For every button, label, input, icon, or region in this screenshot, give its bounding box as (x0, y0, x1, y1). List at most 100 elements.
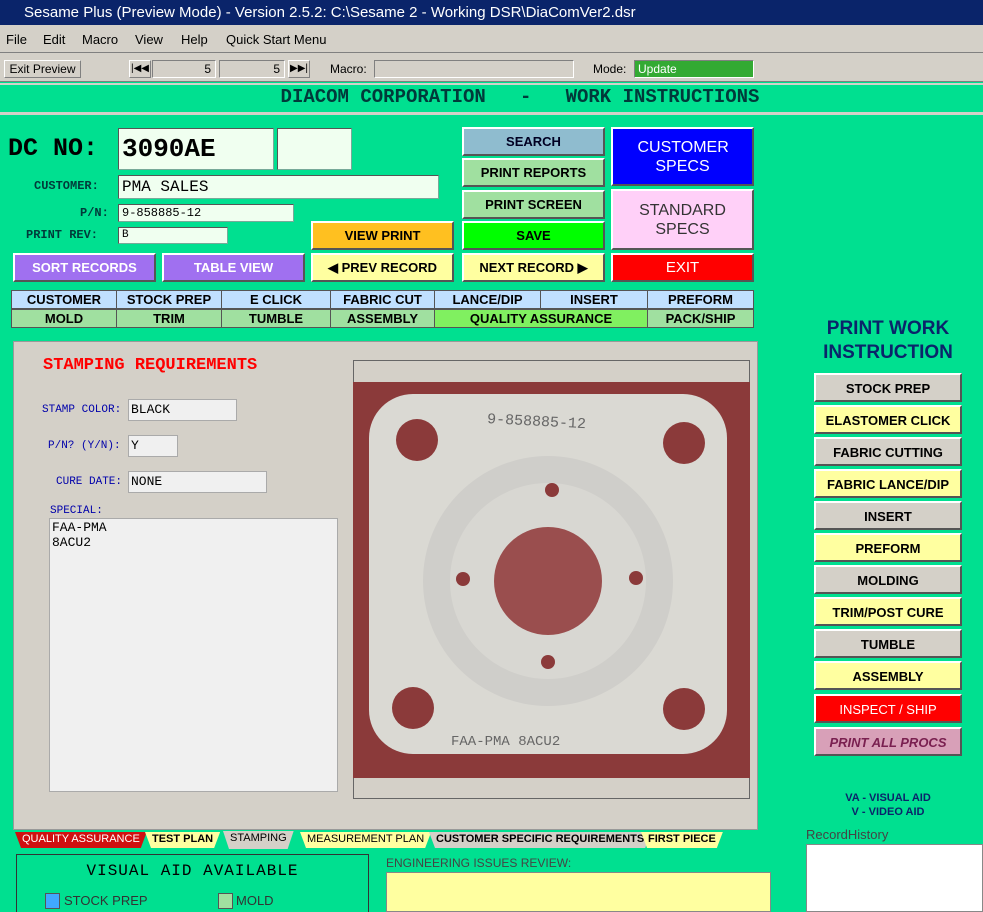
nav-customer[interactable]: CUSTOMER (11, 290, 117, 309)
engineering-field[interactable] (386, 872, 771, 912)
print-fabric-cutting-button[interactable]: FABRIC CUTTING (814, 437, 962, 466)
cure-date-field[interactable]: NONE (128, 471, 267, 493)
mold-indicator (218, 893, 233, 909)
dc-no-label: DC NO: (8, 134, 99, 163)
part-photo: 9-858885-12 FAA-PMA 8ACU2 (353, 382, 750, 778)
nav-preform[interactable]: PREFORM (647, 290, 754, 309)
prev-record-label: PREV RECORD (341, 260, 437, 275)
nav-stock-prep[interactable]: STOCK PREP (116, 290, 222, 309)
menu-quick-start[interactable]: Quick Start Menu (226, 32, 326, 47)
mode-label: Mode: (593, 62, 627, 76)
header-rule (0, 83, 983, 85)
legend-video-aid: V - VIDEO AID (851, 806, 925, 818)
tab-customer-specific-requirements[interactable]: CUSTOMER SPECIFIC REQUIREMENTS (429, 832, 651, 848)
print-trim-post-cure-button[interactable]: TRIM/POST CURE (814, 597, 962, 626)
standard-specs-button[interactable]: STANDARD SPECS (611, 189, 754, 250)
nav-quality-assurance[interactable]: QUALITY ASSURANCE (434, 309, 648, 328)
photo-bottom-stamp: FAA-PMA 8ACU2 (451, 734, 560, 750)
bolt-hole-top (545, 483, 559, 497)
tab-stamping[interactable]: STAMPING (223, 831, 294, 849)
mode-field: Update (634, 60, 754, 78)
bolt-hole-left (456, 572, 470, 586)
stamping-title: STAMPING REQUIREMENTS (43, 356, 258, 375)
dc-extra-field[interactable] (277, 128, 352, 170)
print-tumble-button[interactable]: TUMBLE (814, 629, 962, 658)
nav-assembly[interactable]: ASSEMBLY (330, 309, 435, 328)
corner-hole-tl (396, 419, 438, 461)
tab-test-plan[interactable]: TEST PLAN (145, 832, 220, 848)
menu-help[interactable]: Help (181, 32, 208, 47)
corner-hole-br (663, 688, 705, 730)
bolt-hole-right (629, 571, 643, 585)
print-inspect-ship-button[interactable]: INSPECT / SHIP (814, 694, 962, 723)
pn-label: P/N: (80, 206, 109, 220)
special-line-1: FAA-PMA (52, 520, 107, 535)
stamp-color-field[interactable]: BLACK (128, 399, 237, 421)
print-insert-button[interactable]: INSERT (814, 501, 962, 530)
last-record-icon[interactable]: ▶▶| (288, 60, 310, 78)
macro-field[interactable] (374, 60, 574, 78)
print-work-title-line1: PRINT WORK (826, 318, 950, 339)
print-work-title: PRINT WORK INSTRUCTION (812, 317, 964, 365)
special-textarea[interactable]: FAA-PMA 8ACU2 (49, 518, 338, 792)
nav-mold[interactable]: MOLD (11, 309, 117, 328)
print-rev-field[interactable]: B (118, 227, 228, 244)
special-label: SPECIAL: (50, 505, 103, 517)
search-button[interactable]: SEARCH (462, 127, 605, 156)
pn-field[interactable]: 9-858885-12 (118, 204, 294, 222)
engineering-label: ENGINEERING ISSUES REVIEW: (386, 856, 572, 870)
nav-pack-ship[interactable]: PACK/SHIP (647, 309, 754, 328)
print-preform-button[interactable]: PREFORM (814, 533, 962, 562)
customer-field[interactable]: PMA SALES (118, 175, 439, 199)
tab-first-piece[interactable]: FIRST PIECE (641, 832, 723, 848)
print-reports-button[interactable]: PRINT REPORTS (462, 158, 605, 187)
print-stock-prep-button[interactable]: STOCK PREP (814, 373, 962, 402)
bolt-hole-bottom (541, 655, 555, 669)
print-fabric-lance-dip-button[interactable]: FABRIC LANCE/DIP (814, 469, 962, 498)
nav-lance-dip[interactable]: LANCE/DIP (434, 290, 541, 309)
tab-measurement-plan[interactable]: MEASUREMENT PLAN (300, 832, 431, 848)
menu-edit[interactable]: Edit (43, 32, 65, 47)
record-history-label: RecordHistory (806, 827, 889, 842)
menu-macro[interactable]: Macro (82, 32, 118, 47)
sort-records-button[interactable]: SORT RECORDS (13, 253, 156, 282)
print-assembly-button[interactable]: ASSEMBLY (814, 661, 962, 690)
nav-e-click[interactable]: E CLICK (221, 290, 331, 309)
view-print-button[interactable]: VIEW PRINT (311, 221, 454, 250)
record-history-field[interactable] (806, 844, 983, 912)
nav-fabric-cut[interactable]: FABRIC CUT (330, 290, 435, 309)
nav-insert[interactable]: INSERT (540, 290, 648, 309)
table-view-button[interactable]: TABLE VIEW (162, 253, 305, 282)
tab-quality-assurance[interactable]: QUALITY ASSURANCE (15, 832, 147, 848)
next-arrow-icon: ▶ (577, 260, 588, 275)
center-hole (494, 527, 602, 635)
record-total-field: 5 (219, 60, 285, 78)
standard-specs-label: STANDARD SPECS (639, 202, 726, 238)
corner-hole-bl (392, 687, 434, 729)
menu-file[interactable]: File (6, 32, 27, 47)
prev-record-button[interactable]: ◀ PREV RECORD (311, 253, 454, 282)
mold-aid-label: MOLD (236, 893, 274, 908)
menu-bar: File Edit Macro View Help Quick Start Me… (0, 25, 983, 53)
print-elastomer-click-button[interactable]: ELASTOMER CLICK (814, 405, 962, 434)
nav-trim[interactable]: TRIM (116, 309, 222, 328)
print-work-title-line2: INSTRUCTION (823, 342, 953, 363)
save-button[interactable]: SAVE (462, 221, 605, 250)
next-record-button[interactable]: NEXT RECORD ▶ (462, 253, 605, 282)
exit-button[interactable]: EXIT (611, 253, 754, 282)
toolbar: Exit Preview |◀◀ 5 5 ▶▶| Macro: Mode: Up… (0, 53, 983, 82)
nav-tumble[interactable]: TUMBLE (221, 309, 331, 328)
print-screen-button[interactable]: PRINT SCREEN (462, 190, 605, 219)
window-title: Sesame Plus (Preview Mode) - Version 2.5… (0, 0, 983, 25)
macro-label: Macro: (330, 62, 367, 76)
exit-preview-button[interactable]: Exit Preview (4, 60, 81, 78)
print-molding-button[interactable]: MOLDING (814, 565, 962, 594)
stamp-color-label: STAMP COLOR: (42, 404, 122, 416)
print-all-procs-button[interactable]: PRINT ALL PROCS (814, 727, 962, 756)
first-record-icon[interactable]: |◀◀ (129, 60, 151, 78)
menu-view[interactable]: View (135, 32, 163, 47)
pn-yn-field[interactable]: Y (128, 435, 178, 457)
customer-specs-button[interactable]: CUSTOMER SPECS (611, 127, 754, 186)
prev-arrow-icon: ◀ (328, 260, 338, 275)
dc-no-field[interactable]: 3090AE (118, 128, 274, 170)
